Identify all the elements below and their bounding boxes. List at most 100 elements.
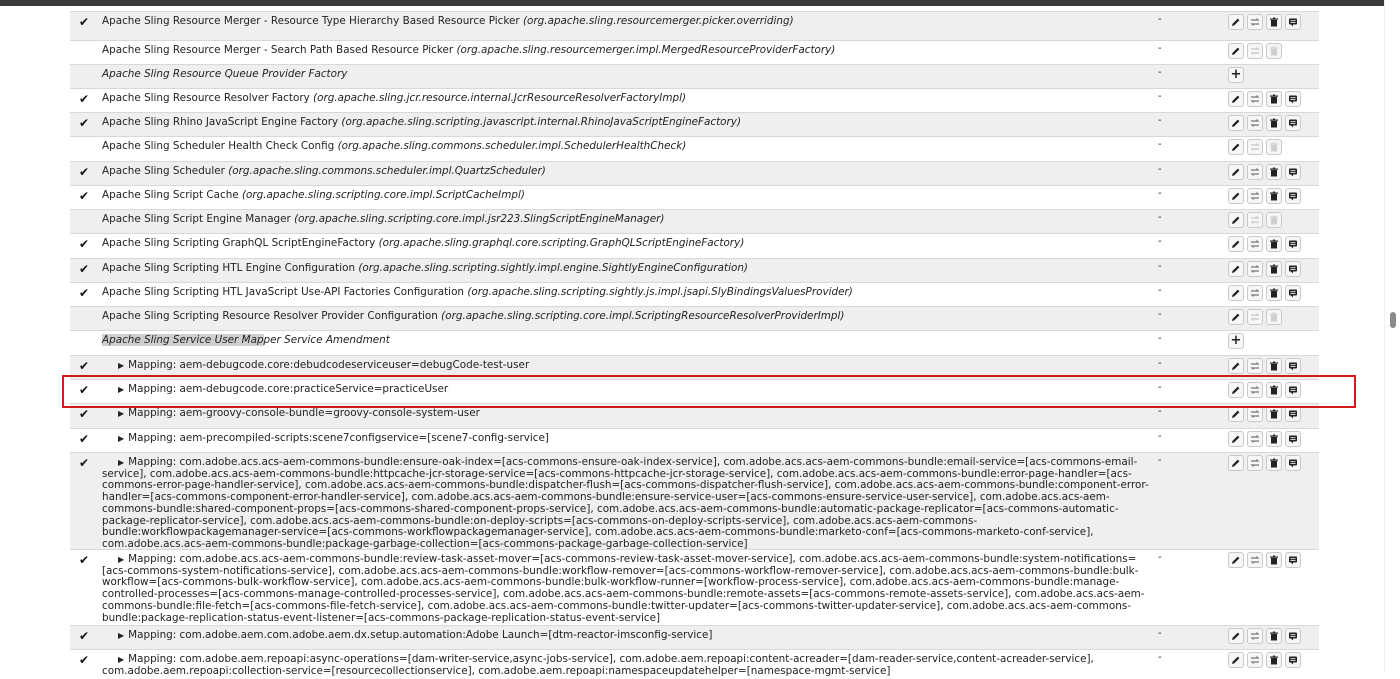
info-button[interactable] — [1285, 358, 1301, 374]
expand-arrow-icon[interactable]: ▶ — [118, 360, 124, 372]
config-name[interactable]: Apache Sling Resource Merger - Search Pa… — [102, 44, 1152, 57]
config-row[interactable]: Apache Sling Resource Merger - Search Pa… — [70, 40, 1319, 64]
config-row[interactable]: ✔ Apache Sling Resource Merger - Resource… — [70, 11, 1319, 40]
edit-button[interactable] — [1228, 628, 1244, 644]
delete-button[interactable] — [1266, 358, 1282, 374]
config-name[interactable]: ▶ Mapping: com.adobe.aem.repoapi:async-op… — [102, 653, 1152, 677]
config-name[interactable]: ▶ Mapping: com.adobe.aem.com.adobe.aem.dx… — [102, 629, 1152, 642]
unbind-button[interactable] — [1247, 628, 1263, 644]
edit-button[interactable] — [1228, 236, 1244, 252]
config-name[interactable]: Apache Sling Scripting GraphQL ScriptEng… — [102, 237, 1152, 250]
config-row[interactable]: ✔ Apache Sling Resource Resolver Factory … — [70, 88, 1319, 112]
config-row[interactable]: ✔ ▶ Mapping: aem-precompiled-scripts:scene… — [70, 428, 1319, 452]
config-name[interactable]: Apache Sling Resource Queue Provider Fac… — [102, 68, 1152, 81]
expand-arrow-icon[interactable]: ▶ — [118, 408, 124, 420]
info-button[interactable] — [1285, 285, 1301, 301]
unbind-button[interactable] — [1247, 236, 1263, 252]
config-row[interactable]: ✔ Apache Sling Rhino JavaScript Engine Fa… — [70, 112, 1319, 136]
add-button[interactable]: + — [1228, 333, 1244, 349]
config-name[interactable]: Apache Sling Scripting Resource Resolver… — [102, 310, 1152, 323]
info-button[interactable] — [1285, 628, 1301, 644]
unbind-button[interactable] — [1247, 431, 1263, 447]
config-name[interactable]: Apache Sling Script Engine Manager (org.… — [102, 213, 1152, 226]
config-row[interactable]: ✔ ▶ Mapping: com.adobe.acs.acs-aem-commons… — [70, 452, 1319, 551]
config-name[interactable]: Apache Sling Script Cache (org.apache.sl… — [102, 189, 1152, 202]
config-row[interactable]: ✔ Apache Sling Scripting GraphQL ScriptEn… — [70, 233, 1319, 258]
config-row[interactable]: ✔ Apache Sling Scheduler (org.apache.slin… — [70, 161, 1319, 185]
expand-arrow-icon[interactable]: ▶ — [118, 630, 124, 642]
info-button[interactable] — [1285, 164, 1301, 180]
delete-button[interactable] — [1266, 628, 1282, 644]
unbind-button[interactable] — [1247, 406, 1263, 422]
config-name[interactable]: Apache Sling Resource Resolver Factory (… — [102, 92, 1152, 105]
unbind-button[interactable] — [1247, 358, 1263, 374]
info-button[interactable] — [1285, 115, 1301, 131]
info-button[interactable] — [1285, 236, 1301, 252]
config-name[interactable]: ▶ Mapping: aem-groovy-console-bundle=groo… — [102, 407, 1152, 420]
config-row[interactable]: Apache Sling Service User Mapper Service… — [70, 330, 1319, 355]
config-row[interactable]: ✔ Apache Sling Scripting HTL JavaScript U… — [70, 282, 1319, 306]
add-button[interactable]: + — [1228, 67, 1244, 83]
config-row[interactable]: ✔ Apache Sling Scripting HTL Engine Confi… — [70, 258, 1319, 282]
edit-button[interactable] — [1228, 358, 1244, 374]
edit-button[interactable] — [1228, 309, 1244, 325]
info-button[interactable] — [1285, 652, 1301, 668]
edit-button[interactable] — [1228, 91, 1244, 107]
config-name[interactable]: ▶ Mapping: com.adobe.acs.acs-aem-commons-… — [102, 456, 1152, 551]
edit-button[interactable] — [1228, 261, 1244, 277]
config-name[interactable]: ▶ Mapping: aem-precompiled-scripts:scene7… — [102, 432, 1152, 445]
info-button[interactable] — [1285, 406, 1301, 422]
edit-button[interactable] — [1228, 406, 1244, 422]
delete-button[interactable] — [1266, 455, 1282, 471]
info-button[interactable] — [1285, 455, 1301, 471]
info-button[interactable] — [1285, 188, 1301, 204]
delete-button[interactable] — [1266, 236, 1282, 252]
edit-button[interactable] — [1228, 43, 1244, 59]
config-row[interactable]: Apache Sling Scripting Resource Resolver… — [70, 306, 1319, 330]
delete-button[interactable] — [1266, 285, 1282, 301]
info-button[interactable] — [1285, 91, 1301, 107]
unbind-button[interactable] — [1247, 188, 1263, 204]
delete-button[interactable] — [1266, 188, 1282, 204]
info-button[interactable] — [1285, 552, 1301, 568]
scrollbar-thumb[interactable] — [1390, 312, 1396, 328]
unbind-button[interactable] — [1247, 285, 1263, 301]
delete-button[interactable] — [1266, 431, 1282, 447]
edit-button[interactable] — [1228, 164, 1244, 180]
edit-button[interactable] — [1228, 188, 1244, 204]
config-name[interactable]: ▶ Mapping: com.adobe.acs.acs-aem-commons-… — [102, 553, 1152, 624]
info-button[interactable] — [1285, 431, 1301, 447]
config-name[interactable]: Apache Sling Scheduler Health Check Conf… — [102, 140, 1152, 153]
config-row[interactable]: ✔ ▶ Mapping: com.adobe.aem.repoapi:async-o… — [70, 649, 1319, 679]
info-button[interactable] — [1285, 261, 1301, 277]
edit-button[interactable] — [1228, 285, 1244, 301]
delete-button[interactable] — [1266, 406, 1282, 422]
config-name[interactable]: Apache Sling Scripting HTL Engine Config… — [102, 262, 1152, 275]
config-row[interactable]: Apache Sling Scheduler Health Check Conf… — [70, 136, 1319, 161]
delete-button[interactable] — [1266, 91, 1282, 107]
unbind-button[interactable] — [1247, 552, 1263, 568]
edit-button[interactable] — [1228, 139, 1244, 155]
config-name[interactable]: Apache Sling Service User Mapper Service… — [102, 334, 1152, 347]
edit-button[interactable] — [1228, 552, 1244, 568]
unbind-button[interactable] — [1247, 164, 1263, 180]
edit-button[interactable] — [1228, 431, 1244, 447]
unbind-button[interactable] — [1247, 14, 1263, 30]
delete-button[interactable] — [1266, 261, 1282, 277]
edit-button[interactable] — [1228, 115, 1244, 131]
expand-arrow-icon[interactable]: ▶ — [118, 433, 124, 445]
config-row[interactable]: ✔ ▶ Mapping: com.adobe.acs.acs-aem-commons… — [70, 549, 1319, 625]
config-row[interactable]: Apache Sling Resource Queue Provider Fac… — [70, 64, 1319, 88]
unbind-button[interactable] — [1247, 91, 1263, 107]
delete-button[interactable] — [1266, 552, 1282, 568]
config-name[interactable]: Apache Sling Scripting HTL JavaScript Us… — [102, 286, 1152, 299]
delete-button[interactable] — [1266, 115, 1282, 131]
edit-button[interactable] — [1228, 652, 1244, 668]
config-row[interactable]: Apache Sling Script Engine Manager (org.… — [70, 209, 1319, 233]
unbind-button[interactable] — [1247, 455, 1263, 471]
unbind-button[interactable] — [1247, 261, 1263, 277]
config-name[interactable]: ▶ Mapping: aem-debugcode.core:debudcodese… — [102, 359, 1152, 372]
unbind-button[interactable] — [1247, 652, 1263, 668]
info-button[interactable] — [1285, 14, 1301, 30]
edit-button[interactable] — [1228, 14, 1244, 30]
